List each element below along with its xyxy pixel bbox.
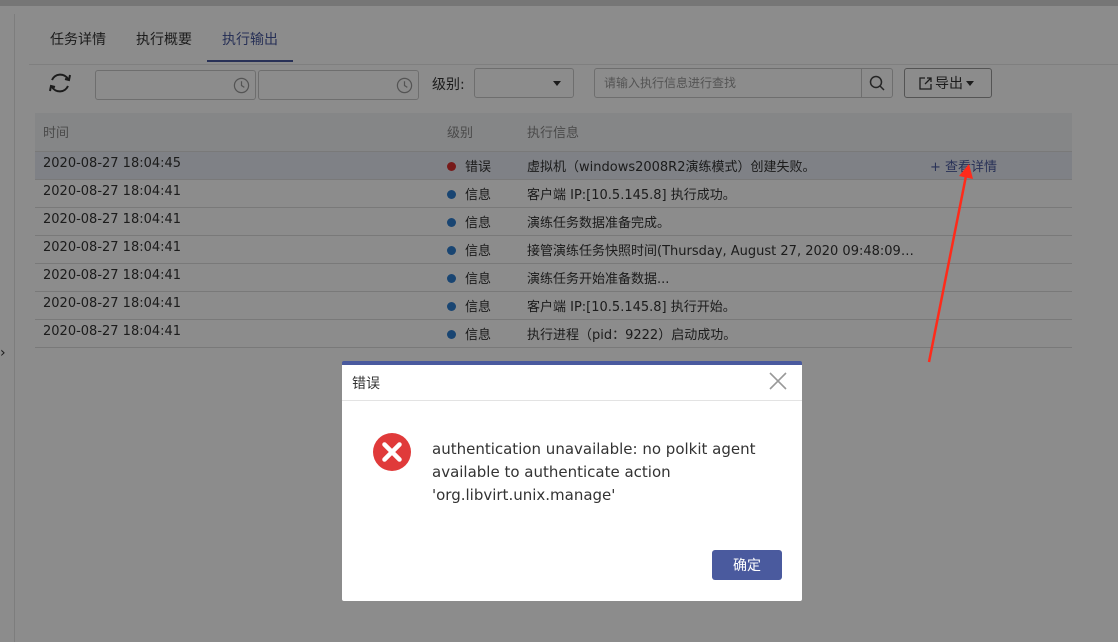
dialog-header: 错误 xyxy=(342,365,802,401)
error-dialog: 错误 authentication unavailable: no polkit… xyxy=(342,361,802,601)
dialog-message: authentication unavailable: no polkit ag… xyxy=(432,440,756,504)
error-icon xyxy=(373,433,411,471)
close-icon[interactable] xyxy=(768,371,788,391)
app-frame: › 任务详情 执行概要 执行输出 级别: 请输入执行信息进行查找 导出 时间 级… xyxy=(0,0,1118,642)
ok-button[interactable]: 确定 xyxy=(712,550,782,580)
dialog-title: 错误 xyxy=(352,376,380,392)
